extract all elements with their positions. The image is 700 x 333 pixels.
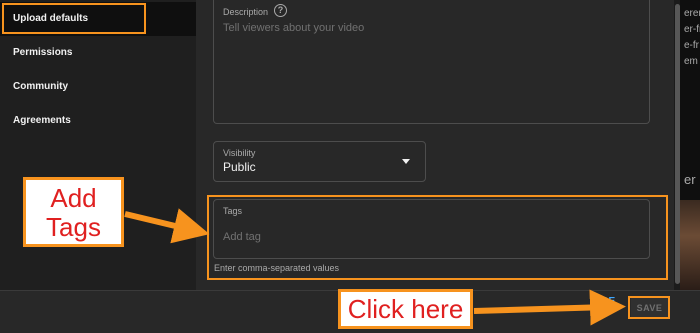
sidebar-item-label: Agreements (13, 115, 71, 126)
click-here-callout: Click here (338, 289, 473, 329)
highlight-tags (207, 195, 668, 280)
background-text: er (684, 172, 696, 187)
sidebar-item-label: Community (13, 81, 68, 92)
description-placeholder: Tell viewers about your video (223, 22, 365, 34)
background-text: er-fr (684, 24, 700, 35)
sidebar-item-agreements[interactable]: Agreements (0, 104, 196, 138)
background-text: eren (684, 8, 700, 19)
sidebar-item-community[interactable]: Community (0, 70, 196, 104)
background-text: em (684, 56, 698, 67)
callout-text: Add (50, 183, 97, 213)
sidebar-item-permissions[interactable]: Permissions (0, 36, 196, 70)
callout-text: Tags (46, 212, 101, 242)
callout-text: Click here (347, 294, 464, 324)
add-tags-callout: Add Tags (23, 177, 124, 247)
background-text: e-fr (684, 40, 699, 51)
background-thumbnail (680, 200, 700, 290)
description-label: Description (223, 7, 269, 17)
highlight-save (628, 296, 670, 319)
highlight-upload-defaults (2, 3, 146, 34)
help-icon[interactable]: ? (274, 4, 287, 17)
caret-down-icon (402, 159, 410, 164)
close-button[interactable]: OSE (593, 296, 616, 307)
visibility-value: Public (223, 160, 256, 174)
sidebar-item-label: Permissions (13, 47, 73, 58)
visibility-label: Visibility (223, 148, 256, 158)
description-field[interactable] (213, 0, 650, 124)
